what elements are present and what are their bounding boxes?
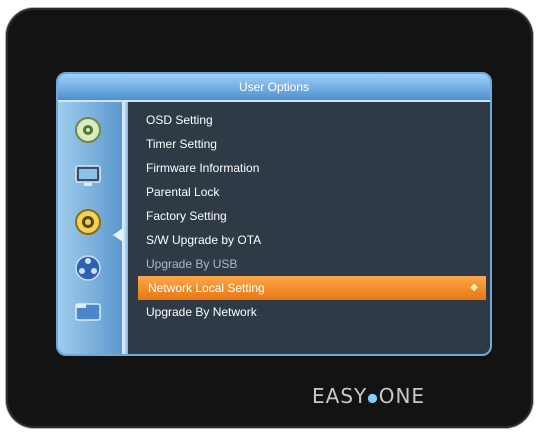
tv-monitor-icon[interactable]	[74, 162, 102, 190]
active-category-pointer	[113, 228, 123, 242]
menu-item-upgrade-usb: Upgrade By USB	[136, 252, 490, 276]
satellite-dish-icon[interactable]	[74, 116, 102, 144]
brand-logo: EASY●ONE	[312, 384, 472, 408]
film-reel-icon[interactable]	[74, 254, 102, 282]
settings-gear-icon[interactable]	[74, 208, 102, 236]
menu-item-label: Upgrade By USB	[146, 257, 238, 271]
folder-icon[interactable]	[74, 298, 102, 326]
menu-item-label: S/W Upgrade by OTA	[146, 233, 262, 247]
menu-item-upgrade-by-network[interactable]: Upgrade By Network	[136, 300, 490, 324]
menu-item-osd-setting[interactable]: OSD Setting	[136, 108, 490, 132]
menu-item-parental-lock[interactable]: Parental Lock	[136, 180, 490, 204]
menu-item-network-local-setting[interactable]: Network Local Setting ◆	[138, 276, 486, 300]
menu-divider	[124, 102, 128, 354]
menu-item-factory-setting[interactable]: Factory Setting	[136, 204, 490, 228]
brand-logo-right: ONE	[378, 384, 426, 408]
category-sidebar	[58, 102, 124, 354]
brand-dot-icon: ●	[367, 390, 379, 405]
menu-item-label: Firmware Information	[146, 161, 260, 175]
osd-screen: User Options OSD Setting Timer Setting F…	[56, 72, 492, 356]
menu-item-sw-upgrade-ota[interactable]: S/W Upgrade by OTA	[136, 228, 490, 252]
menu-item-label: Upgrade By Network	[146, 305, 257, 319]
menu-item-label: Factory Setting	[146, 209, 227, 223]
brand-logo-left: EASY	[312, 384, 368, 408]
menu-item-label: Parental Lock	[146, 185, 220, 199]
chevron-right-icon: ◆	[470, 282, 478, 293]
menu-item-label: Network Local Setting	[148, 281, 265, 295]
options-menu: OSD Setting Timer Setting Firmware Infor…	[136, 108, 490, 324]
menu-item-timer-setting[interactable]: Timer Setting	[136, 132, 490, 156]
menu-item-label: Timer Setting	[146, 137, 217, 151]
menu-item-firmware-information[interactable]: Firmware Information	[136, 156, 490, 180]
window-title: User Options	[58, 74, 490, 102]
menu-item-label: OSD Setting	[146, 113, 213, 127]
